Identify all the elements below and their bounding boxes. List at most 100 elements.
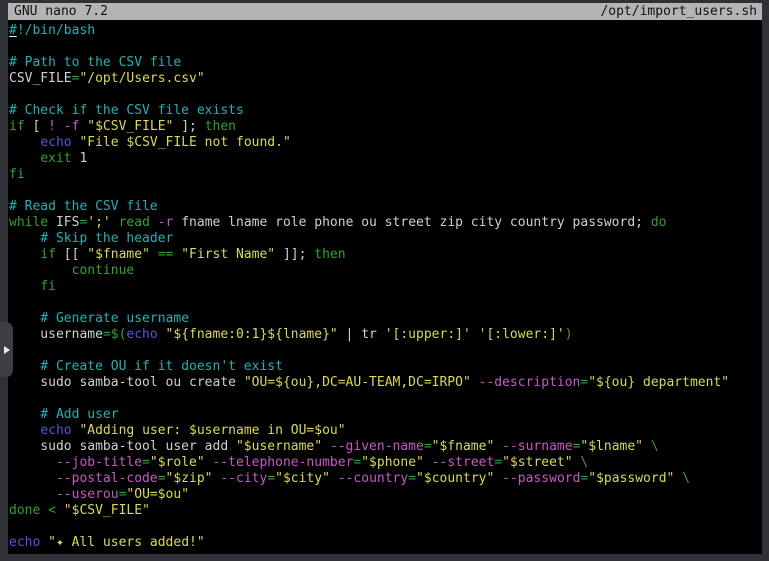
code-line: while IFS=';' read -r fname lname role p… bbox=[9, 215, 762, 231]
code-token: then bbox=[314, 247, 345, 262]
code-line: # Create OU if it doesn't exist bbox=[9, 359, 762, 375]
code-token: !/bin/bash bbox=[17, 23, 95, 38]
code-line bbox=[9, 87, 762, 103]
code-token bbox=[205, 455, 213, 470]
code-token bbox=[56, 503, 64, 518]
code-token: = bbox=[494, 455, 502, 470]
code-line: --postal-code="$zip" --city="$city" --co… bbox=[9, 471, 762, 487]
code-token: --telephone-number bbox=[213, 455, 354, 470]
code-token bbox=[40, 535, 48, 550]
code-token bbox=[9, 151, 40, 166]
nano-titlebar: GNU nano 7.2 /opt/import_users.sh bbox=[8, 3, 762, 20]
code-line: fi bbox=[9, 279, 762, 295]
code-token: | tr bbox=[338, 327, 385, 342]
open-file-path: /opt/import_users.sh bbox=[600, 3, 757, 20]
terminal-window: GNU nano 7.2 /opt/import_users.sh #!/bin… bbox=[8, 3, 762, 554]
code-token: echo bbox=[9, 535, 40, 550]
code-token: --country bbox=[338, 471, 408, 486]
code-token: exit bbox=[40, 151, 71, 166]
code-token: == bbox=[158, 247, 174, 262]
code-line: # Read the CSV file bbox=[9, 199, 762, 215]
code-token: fi bbox=[40, 279, 56, 294]
code-line bbox=[9, 295, 762, 311]
nano-version-label: GNU nano 7.2 bbox=[14, 3, 108, 20]
code-token bbox=[9, 487, 56, 502]
code-token: echo bbox=[126, 327, 157, 342]
code-line bbox=[9, 39, 762, 55]
code-token bbox=[9, 263, 72, 278]
code-token bbox=[9, 311, 40, 326]
code-line bbox=[9, 391, 762, 407]
code-token bbox=[643, 439, 651, 454]
code-token: = bbox=[408, 471, 416, 486]
code-line: CSV_FILE="/opt/Users.csv" bbox=[9, 71, 762, 87]
code-token: < bbox=[48, 503, 56, 518]
code-line bbox=[9, 519, 762, 535]
code-token: "$phone" bbox=[361, 455, 424, 470]
code-token: 1 bbox=[72, 151, 88, 166]
code-line: --job-title="$role" --telephone-number="… bbox=[9, 455, 762, 471]
code-line: sudo samba-tool user add "$username" --g… bbox=[9, 439, 762, 455]
code-token: "/opt/Users.csv" bbox=[79, 71, 204, 86]
code-line bbox=[9, 343, 762, 359]
code-token: = bbox=[424, 439, 432, 454]
code-line: if [[ "$fname" == "First Name" ]]; then bbox=[9, 247, 762, 263]
code-token: '[:upper:]' bbox=[385, 327, 471, 342]
code-token: # Create OU if it doesn't exist bbox=[40, 359, 283, 374]
code-token bbox=[150, 247, 158, 262]
code-token bbox=[9, 471, 56, 486]
code-token: read bbox=[119, 215, 150, 230]
code-line: # Add user bbox=[9, 407, 762, 423]
code-token: if bbox=[9, 119, 25, 134]
code-token: [[ bbox=[56, 247, 87, 262]
code-token: '[:lower:]' bbox=[479, 327, 565, 342]
code-token: "$zip" bbox=[166, 471, 213, 486]
code-token bbox=[494, 439, 502, 454]
code-token: "$CSV_FILE" bbox=[87, 119, 173, 134]
code-token: ) bbox=[565, 327, 573, 342]
code-token bbox=[56, 119, 64, 134]
code-line: fi bbox=[9, 167, 762, 183]
code-token: "OU=$ou" bbox=[126, 487, 189, 502]
code-token: "$password" bbox=[588, 471, 674, 486]
code-token: --job-title bbox=[56, 455, 142, 470]
code-lines: #!/bin/bash # Path to the CSV fileCSV_FI… bbox=[9, 23, 762, 551]
editor-area[interactable]: #!/bin/bash # Path to the CSV fileCSV_FI… bbox=[8, 20, 762, 551]
code-token: = bbox=[158, 471, 166, 486]
play-right-triangle-icon bbox=[4, 346, 10, 354]
code-token: "$fname" bbox=[87, 247, 150, 262]
code-token: "$username" bbox=[236, 439, 322, 454]
code-token: ! bbox=[48, 119, 56, 134]
code-token bbox=[471, 327, 479, 342]
code-token bbox=[9, 407, 40, 422]
code-line: exit 1 bbox=[9, 151, 762, 167]
code-token bbox=[424, 455, 432, 470]
code-token: \ bbox=[651, 439, 659, 454]
code-line: echo "✦ All users added!" bbox=[9, 535, 762, 551]
code-token: "✦ All users added!" bbox=[48, 535, 205, 550]
code-token: sudo samba-tool user add bbox=[9, 439, 236, 454]
code-line: sudo samba-tool ou create "OU=${ou},DC=A… bbox=[9, 375, 762, 391]
code-line bbox=[9, 183, 762, 199]
code-token: "$lname" bbox=[580, 439, 643, 454]
code-token: "$role" bbox=[150, 455, 205, 470]
code-token: echo bbox=[40, 135, 71, 150]
code-token bbox=[330, 471, 338, 486]
side-panel-handle[interactable] bbox=[0, 322, 13, 377]
code-token bbox=[471, 375, 479, 390]
code-token bbox=[322, 439, 330, 454]
code-token: ]; bbox=[173, 119, 204, 134]
code-token: "$fname" bbox=[432, 439, 495, 454]
code-token: -r bbox=[158, 215, 174, 230]
code-token: "${fname:0:1}${lname}" bbox=[166, 327, 338, 342]
code-token: "First Name" bbox=[181, 247, 275, 262]
code-token: --userou bbox=[56, 487, 119, 502]
code-token: # Check if the CSV file exists bbox=[9, 103, 244, 118]
code-token: \ bbox=[580, 455, 588, 470]
code-token: "$city" bbox=[275, 471, 330, 486]
code-token: continue bbox=[72, 263, 135, 278]
code-line: # Skip the header bbox=[9, 231, 762, 247]
code-token: while bbox=[9, 215, 48, 230]
code-token: --street bbox=[432, 455, 495, 470]
code-token: -f bbox=[64, 119, 80, 134]
